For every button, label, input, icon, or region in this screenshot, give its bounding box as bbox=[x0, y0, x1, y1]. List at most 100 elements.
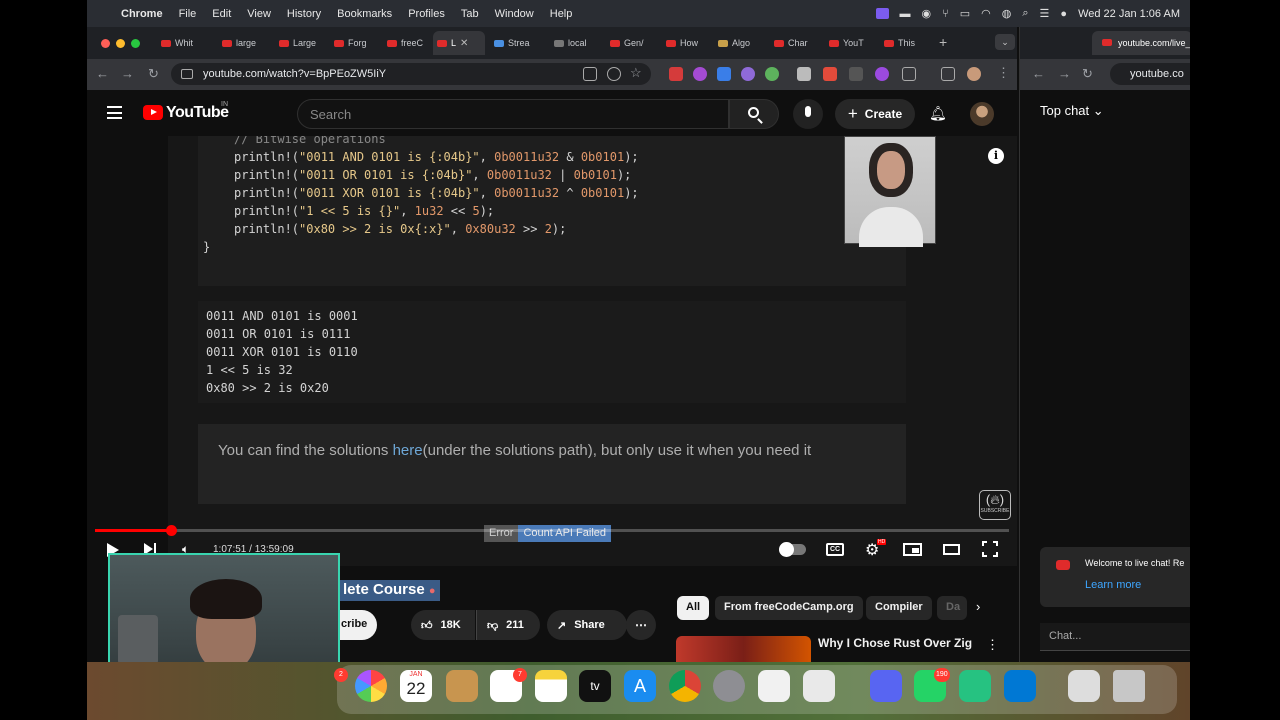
extension-icon[interactable] bbox=[823, 67, 837, 81]
tab-active[interactable]: youtube.com/live_c bbox=[1092, 31, 1190, 55]
video-player[interactable]: // Bitwise operations println!("0011 AND … bbox=[168, 136, 1017, 566]
battery-icon[interactable]: ▭ bbox=[960, 7, 970, 20]
chrome-icon[interactable] bbox=[669, 670, 701, 702]
tab[interactable]: This bbox=[880, 31, 919, 55]
menu-history[interactable]: History bbox=[279, 8, 329, 20]
chat-input[interactable]: Chat... bbox=[1040, 623, 1190, 651]
voice-search-icon[interactable] bbox=[793, 99, 823, 129]
tab-active[interactable]: L ✕ bbox=[433, 31, 485, 55]
scrubber-handle[interactable] bbox=[166, 525, 177, 536]
discord-icon[interactable] bbox=[870, 670, 902, 702]
menu-edit[interactable]: Edit bbox=[204, 8, 239, 20]
menubar-clock[interactable]: Wed 22 Jan 1:06 AM bbox=[1078, 8, 1180, 20]
top-chat-dropdown[interactable]: Top chat ⌄ bbox=[1040, 103, 1104, 119]
adblock-icon[interactable] bbox=[669, 67, 683, 81]
zoom-icon[interactable] bbox=[607, 67, 621, 81]
reading-list-icon[interactable] bbox=[941, 67, 955, 81]
user-icon[interactable]: ◍ bbox=[1002, 7, 1012, 20]
trash-icon[interactable] bbox=[1113, 670, 1145, 702]
app-store-icon[interactable]: A bbox=[624, 670, 656, 702]
dislike-button[interactable]: 👎︎ 211 bbox=[476, 610, 540, 640]
tab-search-icon[interactable]: ⌄ bbox=[995, 34, 1015, 50]
menu-chrome[interactable]: Chrome bbox=[113, 8, 171, 20]
reload-icon[interactable]: ↻ bbox=[148, 66, 159, 82]
close-window-icon[interactable] bbox=[101, 39, 110, 48]
youtube-logo-icon[interactable] bbox=[143, 105, 163, 120]
fullscreen-icon[interactable] bbox=[982, 541, 998, 557]
music-icon[interactable] bbox=[1068, 670, 1100, 702]
android-studio-icon[interactable] bbox=[959, 670, 991, 702]
tab[interactable]: Large bbox=[275, 31, 320, 55]
chip-compiler[interactable]: Compiler bbox=[866, 596, 932, 620]
wifi-icon[interactable]: ◠ bbox=[981, 7, 991, 20]
tab[interactable]: Whit bbox=[157, 31, 197, 55]
puzzle-icon[interactable] bbox=[902, 67, 916, 81]
affinity-icon[interactable] bbox=[758, 670, 790, 702]
tab[interactable]: Strea bbox=[490, 31, 534, 55]
photos-icon[interactable] bbox=[355, 670, 387, 702]
avatar[interactable] bbox=[970, 102, 994, 126]
calendar-icon[interactable]: JAN 22 bbox=[400, 670, 432, 702]
iphone-mirroring-icon[interactable] bbox=[803, 670, 835, 702]
tab[interactable]: freeC bbox=[383, 31, 427, 55]
address-bar[interactable]: youtube.com/watch?v=BpPEoZW5IiY bbox=[171, 63, 651, 85]
youtube-wordmark[interactable]: YouTube bbox=[166, 104, 229, 122]
minimize-window-icon[interactable] bbox=[116, 39, 125, 48]
menu-view[interactable]: View bbox=[239, 8, 279, 20]
extension-icon[interactable] bbox=[875, 67, 889, 81]
tab[interactable]: Algo bbox=[714, 31, 754, 55]
chip-all[interactable]: All bbox=[677, 596, 710, 620]
profile-avatar[interactable] bbox=[967, 67, 981, 81]
chip-partial[interactable]: Da bbox=[937, 596, 967, 620]
reload-icon[interactable]: ↻ bbox=[1082, 66, 1093, 82]
menu-tab[interactable]: Tab bbox=[453, 8, 487, 20]
captions-icon[interactable]: CC bbox=[826, 543, 844, 556]
share-button[interactable]: ↗ Share bbox=[547, 610, 627, 640]
address-bar[interactable]: youtube.co bbox=[1110, 63, 1190, 85]
recommended-menu-icon[interactable]: ⋮ bbox=[986, 637, 999, 653]
url-text[interactable]: youtube.com/watch?v=BpPEoZW5IiY bbox=[203, 68, 386, 80]
menu-window[interactable]: Window bbox=[487, 8, 542, 20]
back-icon[interactable]: ← bbox=[96, 66, 109, 81]
spotlight-icon[interactable]: ⌕ bbox=[1022, 7, 1028, 20]
extension-icon[interactable] bbox=[693, 67, 707, 81]
control-center-icon[interactable]: ☰ bbox=[1040, 7, 1050, 20]
back-icon[interactable]: ← bbox=[1032, 66, 1045, 81]
play-icon[interactable]: ◉ bbox=[922, 7, 932, 20]
extension-icon[interactable] bbox=[741, 67, 755, 81]
notes-book-icon[interactable] bbox=[446, 670, 478, 702]
forward-icon[interactable]: → bbox=[121, 66, 134, 81]
bookmark-star-icon[interactable]: ☆ bbox=[630, 65, 642, 81]
new-tab-icon[interactable]: + bbox=[939, 34, 947, 50]
menu-help[interactable]: Help bbox=[542, 8, 581, 20]
tab[interactable]: YouT bbox=[825, 31, 868, 55]
screen-record-icon[interactable] bbox=[875, 8, 889, 19]
miniplayer-icon[interactable] bbox=[903, 543, 922, 556]
zoom-window-icon[interactable] bbox=[131, 39, 140, 48]
chip-from-freecodecamp[interactable]: From freeCodeCamp.org bbox=[715, 596, 863, 620]
chevron-right-icon[interactable]: › bbox=[976, 599, 980, 614]
extension-icon[interactable] bbox=[765, 67, 779, 81]
create-button[interactable]: + Create bbox=[835, 99, 915, 129]
cast-icon[interactable] bbox=[583, 67, 597, 81]
fork-icon[interactable]: ⑂ bbox=[942, 8, 949, 20]
hamburger-menu-icon[interactable] bbox=[107, 106, 122, 123]
tab[interactable]: large bbox=[218, 31, 260, 55]
like-button[interactable]: 👍︎ 18K bbox=[411, 610, 475, 640]
search-button[interactable] bbox=[729, 99, 779, 129]
autoplay-toggle[interactable] bbox=[779, 542, 806, 557]
siri-icon[interactable]: ● bbox=[1060, 8, 1067, 20]
menu-profiles[interactable]: Profiles bbox=[400, 8, 453, 20]
extension-icon[interactable] bbox=[849, 67, 863, 81]
theater-mode-icon[interactable] bbox=[943, 544, 960, 555]
info-icon[interactable]: i bbox=[988, 148, 1004, 164]
tab[interactable]: Char bbox=[770, 31, 812, 55]
extension-icon[interactable] bbox=[797, 67, 811, 81]
freecodecamp-subscribe-watermark[interactable]: (🔥︎) SUBSCRIBE bbox=[979, 490, 1011, 520]
recommended-title[interactable]: Why I Chose Rust Over Zig bbox=[818, 636, 972, 650]
vscode-icon[interactable] bbox=[1004, 670, 1036, 702]
site-info-icon[interactable] bbox=[181, 69, 193, 79]
menu-file[interactable]: File bbox=[171, 8, 205, 20]
car-icon[interactable]: ▬ bbox=[900, 8, 911, 20]
learn-more-link[interactable]: Learn more bbox=[1085, 579, 1141, 591]
